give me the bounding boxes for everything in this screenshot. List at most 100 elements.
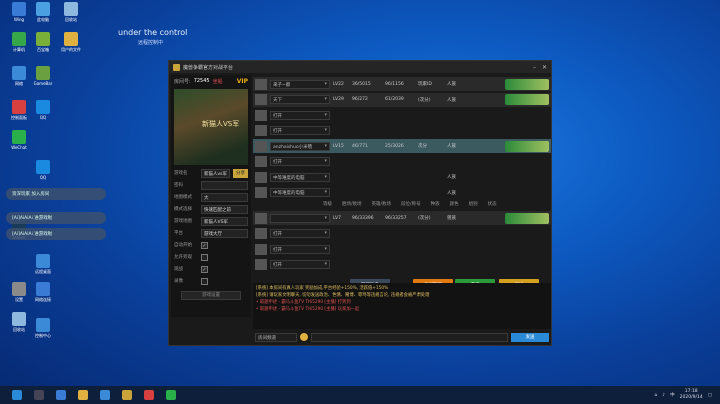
player-slot[interactable]: 中等难度的电脑 人族 bbox=[253, 170, 551, 184]
slot-rank: (次分) bbox=[418, 97, 431, 103]
desktop-icon[interactable]: GameBar bbox=[30, 66, 56, 86]
slot-wins: 36/5015 bbox=[352, 81, 371, 87]
form-field[interactable]: 游戏大厅 bbox=[201, 228, 248, 238]
game-app-icon[interactable] bbox=[122, 390, 132, 400]
app-icon bbox=[64, 2, 78, 16]
option-checkbox[interactable]: ✓ bbox=[201, 241, 208, 249]
slot-select[interactable]: 打开 bbox=[270, 244, 330, 254]
desktop-icon[interactable]: 回收站 bbox=[6, 312, 32, 333]
option-checkbox[interactable] bbox=[201, 277, 208, 285]
network-icon[interactable]: ⌂ bbox=[654, 393, 657, 398]
player-slot[interactable]: 打开 bbox=[253, 155, 551, 169]
form-field[interactable]: 新猫人VS军 bbox=[201, 216, 248, 226]
desktop-icon[interactable]: 设置 bbox=[6, 282, 32, 303]
slot-hero: 96/1156 bbox=[385, 81, 404, 87]
form-field[interactable]: 快速匹配之前 bbox=[201, 204, 248, 214]
app-icon[interactable] bbox=[166, 390, 176, 400]
ime-icon[interactable]: 中 bbox=[670, 392, 675, 398]
chat-input[interactable] bbox=[311, 332, 508, 342]
game-settings-button[interactable]: 游戏设置 bbox=[181, 291, 241, 300]
slot-select[interactable] bbox=[270, 213, 330, 223]
desktop-icon[interactable]: 网络 bbox=[6, 66, 32, 87]
slot-select[interactable]: 打开 bbox=[270, 157, 330, 166]
notification-tip[interactable]: [Ai]AiAiAi 进游戏啦 bbox=[6, 228, 106, 240]
task-view-icon[interactable] bbox=[56, 390, 66, 400]
send-button[interactable]: 发送 bbox=[511, 332, 549, 342]
desktop-icon-label: 设置 bbox=[15, 297, 23, 302]
slot-select[interactable]: 打开 bbox=[270, 110, 330, 120]
clock[interactable]: 17:18 2020/9/14 bbox=[680, 389, 703, 401]
player-slot[interactable]: 打开 bbox=[253, 242, 551, 256]
vip-badge: VIP bbox=[236, 77, 248, 85]
desktop-icon-label: 百宝箱 bbox=[37, 47, 49, 52]
close-icon[interactable]: ✕ bbox=[542, 64, 547, 71]
emoji-icon[interactable] bbox=[300, 333, 308, 341]
desktop-icon[interactable]: 远程桌面 bbox=[30, 254, 56, 275]
player-slot[interactable]: 来子~都LV22 36/5015 96/1156 玩家ID 人族 bbox=[253, 77, 551, 91]
player-slot[interactable]: 打开 bbox=[253, 108, 551, 122]
room-label: 房间号: bbox=[174, 78, 191, 85]
form-field[interactable]: 新猫人vs军 bbox=[201, 168, 230, 178]
desktop-icon-label: 控制面板 bbox=[11, 115, 27, 120]
player-slot[interactable]: 天下LV29 96/272 61/2039 (次分) 人族 bbox=[253, 92, 551, 107]
column-header: 段位/称号 bbox=[401, 202, 421, 207]
slot-rank: 次分 bbox=[418, 144, 427, 149]
option-checkbox[interactable]: ✓ bbox=[201, 265, 208, 273]
player-slot[interactable]: anzhaishuo小米哦LV15 46/771 25/3026 次分 人族 bbox=[253, 139, 551, 153]
minimize-icon[interactable]: – bbox=[533, 64, 536, 71]
notification-icon[interactable]: ▢ bbox=[708, 393, 712, 398]
slot-select[interactable]: anzhaishuo小米哦 bbox=[270, 141, 330, 151]
option-label: 允许旁观 bbox=[174, 255, 192, 260]
desktop-icon[interactable]: 控制面板 bbox=[6, 100, 32, 121]
slot-select[interactable]: 打开 bbox=[270, 260, 330, 269]
desktop-icon[interactable]: 此电脑 bbox=[30, 2, 56, 23]
share-button[interactable]: 分享 bbox=[233, 168, 248, 178]
player-slot[interactable]: LV7 96/33396 96/33257 (次分) 兽族 bbox=[253, 211, 551, 225]
file-explorer-icon[interactable] bbox=[78, 390, 88, 400]
desktop-icon[interactable]: 用户的文件 bbox=[58, 32, 84, 53]
desktop-icon[interactable]: 网络连接 bbox=[30, 282, 56, 303]
player-slot[interactable]: 中等难度的电脑 人族 bbox=[253, 186, 551, 200]
form-row: 地图模式 大 bbox=[171, 191, 251, 203]
desktop-icon[interactable]: 回收站 bbox=[58, 2, 84, 23]
desktop-icon[interactable]: QQ bbox=[30, 160, 56, 180]
desktop-icon[interactable]: 百宝箱 bbox=[30, 32, 56, 53]
start-icon[interactable] bbox=[12, 390, 22, 400]
notification-tip[interactable]: [Ai]AiAiAi 进游戏啦 bbox=[6, 212, 106, 224]
app-icon bbox=[12, 66, 26, 80]
slot-select[interactable]: 来子~都 bbox=[270, 79, 330, 89]
slot-select[interactable]: 打开 bbox=[270, 229, 330, 238]
option-checkbox[interactable] bbox=[201, 253, 208, 261]
form-field[interactable] bbox=[201, 180, 248, 190]
slot-level: LV15 bbox=[333, 143, 344, 149]
slot-select[interactable]: 打开 bbox=[270, 126, 330, 135]
notification-tip[interactable]: 资深玩家 加入房间 bbox=[6, 188, 106, 200]
slot-rank: 玩家ID bbox=[418, 82, 432, 87]
desktop-icon[interactable]: WeChat bbox=[6, 130, 32, 150]
search-icon[interactable] bbox=[34, 390, 44, 400]
slot-select[interactable]: 天下 bbox=[270, 95, 330, 104]
slot-select[interactable]: 中等难度的电脑 bbox=[270, 188, 330, 197]
form-label: 游戏名 bbox=[174, 171, 188, 176]
player-slot[interactable]: 打开 bbox=[253, 227, 551, 241]
option-label: 录像 bbox=[174, 279, 183, 284]
volume-icon[interactable]: ♪ bbox=[662, 393, 665, 398]
edge-browser-icon[interactable] bbox=[100, 390, 110, 400]
player-slot[interactable]: 打开 bbox=[253, 258, 551, 272]
title-bar[interactable]: 魔兽争霸官方对战平台 – ✕ bbox=[169, 61, 551, 73]
slot-select[interactable]: 中等难度的电脑 bbox=[270, 172, 330, 182]
player-slot[interactable]: 打开 bbox=[253, 124, 551, 138]
desktop-icon[interactable]: 计算机 bbox=[6, 32, 32, 53]
form-field[interactable]: 大 bbox=[201, 192, 248, 202]
desktop-icon[interactable]: 控制中心 bbox=[30, 318, 56, 339]
app-icon[interactable] bbox=[144, 390, 154, 400]
desktop-icon-label: WeChat bbox=[11, 145, 27, 150]
chat-input-bar: 房间频道 发送 bbox=[253, 331, 551, 343]
under-control-text: under the control bbox=[118, 28, 188, 37]
map-cover-title: 新猫人VS军 bbox=[202, 120, 240, 128]
desktop-icon[interactable]: Wing bbox=[6, 2, 32, 22]
slot-hero: 25/3026 bbox=[385, 143, 404, 149]
channel-select[interactable]: 房间频道 bbox=[255, 332, 297, 342]
form-label: 密码 bbox=[174, 183, 183, 188]
desktop-icon[interactable]: QQ bbox=[30, 100, 56, 120]
